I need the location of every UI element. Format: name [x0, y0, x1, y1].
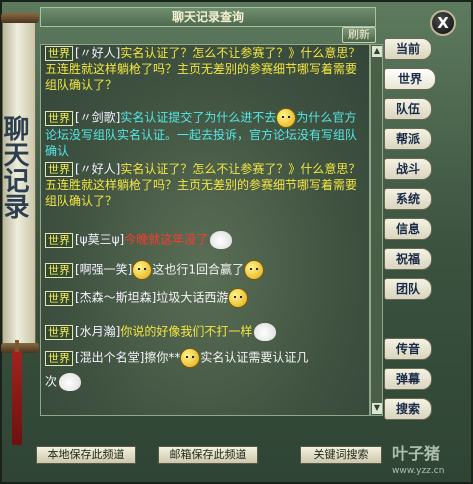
smiley-emoji-icon — [133, 261, 152, 279]
channel-badge[interactable]: 世界 — [45, 350, 73, 366]
chat-message: 世界 [混出个名堂]擦你** 实名认证需要认证几 次 — [45, 349, 365, 391]
local-save-button[interactable]: 本地保存此频道 — [36, 446, 136, 464]
window-title: 聊天记录查询 — [40, 7, 376, 27]
smiley-emoji-icon — [245, 261, 264, 279]
channel-badge[interactable]: 世界 — [45, 162, 73, 177]
chat-message: 世界 [啊强一笑] 这也行1回合赢了 — [45, 261, 365, 279]
chat-message: 世界 [杰森～斯坦森]垃圾大话西游 — [45, 289, 365, 307]
scroll-cap-top — [1, 13, 39, 23]
tab-group[interactable]: 团队 — [384, 278, 432, 300]
chat-message: 世界 [ψ莫三ψ]今晚就这年没了 — [45, 231, 365, 249]
tab-battle[interactable]: 战斗 — [384, 158, 432, 180]
keyword-search-button[interactable]: 关键词搜索 — [300, 446, 382, 464]
smiley-emoji-icon — [277, 109, 296, 127]
message-text: 垃圾大话西游 — [156, 290, 229, 305]
channel-badge[interactable]: 世界 — [45, 110, 73, 126]
sender-name[interactable]: [〃好人] — [75, 162, 120, 176]
sender-name[interactable]: [〃好人] — [75, 46, 120, 60]
tab-danmaku[interactable]: 弹幕 — [384, 368, 432, 390]
message-text: 擦你** — [144, 350, 181, 365]
tab-info[interactable]: 信息 — [384, 218, 432, 240]
tab-world[interactable]: 世界 — [384, 68, 436, 90]
scroll-banner-text: 聊天记录 — [0, 115, 29, 219]
chat-message-area: 世界 [〃好人]实名认证了？怎么不让参赛了？》什么意思？五连胜就这样躺枪了吗？主页… — [40, 44, 370, 416]
tab-current[interactable]: 当前 — [384, 38, 432, 60]
mail-save-button[interactable]: 邮箱保存此频道 — [158, 446, 258, 464]
sender-name[interactable]: [ψ莫三ψ] — [75, 233, 124, 247]
tab-whisper[interactable]: 传音 — [384, 338, 432, 360]
channel-badge[interactable]: 世界 — [45, 324, 73, 340]
message-text: 今晚就这年没了 — [124, 232, 209, 247]
scroll-banner: 聊天记录 — [0, 13, 39, 353]
message-text: 实名认证提交了为什么进不去 — [120, 110, 277, 125]
refresh-button[interactable]: 刷新 — [342, 27, 376, 43]
shocked-emoji-icon — [229, 289, 248, 307]
channel-badge[interactable]: 世界 — [45, 46, 73, 61]
message-text-continued: 实名认证需要认证几 — [200, 350, 309, 365]
bunny-emoji-icon — [59, 373, 82, 391]
red-tassel-decoration — [12, 340, 22, 445]
watermark-url: www.yzz.cn — [392, 466, 445, 476]
channel-badge[interactable]: 世界 — [45, 262, 73, 278]
close-button[interactable]: X — [430, 10, 456, 36]
message-text-continued: 次 — [45, 374, 58, 389]
chat-message: 世界 [〃好人]实名认证了？怎么不让参赛了？》什么意思？五连胜就这样躺枪了吗？主页… — [45, 45, 365, 93]
sender-name[interactable]: [杰森～斯坦森] — [75, 291, 156, 305]
sender-name[interactable]: [〃剑歌] — [75, 111, 120, 125]
tab-guild[interactable]: 帮派 — [384, 128, 432, 150]
tab-blessing[interactable]: 祝福 — [384, 248, 432, 270]
site-watermark: 叶子猪 www.yzz.cn — [392, 440, 462, 480]
chat-message: 世界 [〃好人]实名认证了？怎么不让参赛了？》什么意思？五连胜就这样躺枪了吗？主页… — [45, 161, 365, 209]
channel-badge[interactable]: 世界 — [45, 232, 73, 248]
bunny-emoji-icon — [210, 231, 233, 249]
tab-system[interactable]: 系统 — [384, 188, 432, 210]
chat-scrollbar[interactable]: ▲ ▼ — [370, 44, 383, 416]
chat-message: 世界 [水月瀚]你说的好像我们不打一样 — [45, 323, 365, 341]
bunny-emoji-icon — [254, 323, 277, 341]
message-text: 这也行1回合赢了 — [152, 262, 245, 277]
tab-team[interactable]: 队伍 — [384, 98, 432, 120]
watermark-brand: 叶子猪 — [392, 444, 441, 463]
sender-name[interactable]: [水月瀚] — [75, 325, 120, 339]
message-text: 你说的好像我们不打一样 — [120, 324, 253, 339]
channel-badge[interactable]: 世界 — [45, 290, 73, 306]
smiley-emoji-icon — [181, 349, 200, 367]
scroll-up-icon[interactable]: ▲ — [372, 46, 382, 57]
tab-search[interactable]: 搜索 — [384, 398, 432, 420]
chat-message: 世界 [〃剑歌]实名认证提交了为什么进不去 为什么官方论坛没写组队实名认证。一起去投… — [45, 109, 365, 159]
sender-name[interactable]: [混出个名堂] — [75, 351, 144, 365]
scroll-down-icon[interactable]: ▼ — [372, 403, 382, 414]
sender-name[interactable]: [啊强一笑] — [75, 263, 132, 277]
